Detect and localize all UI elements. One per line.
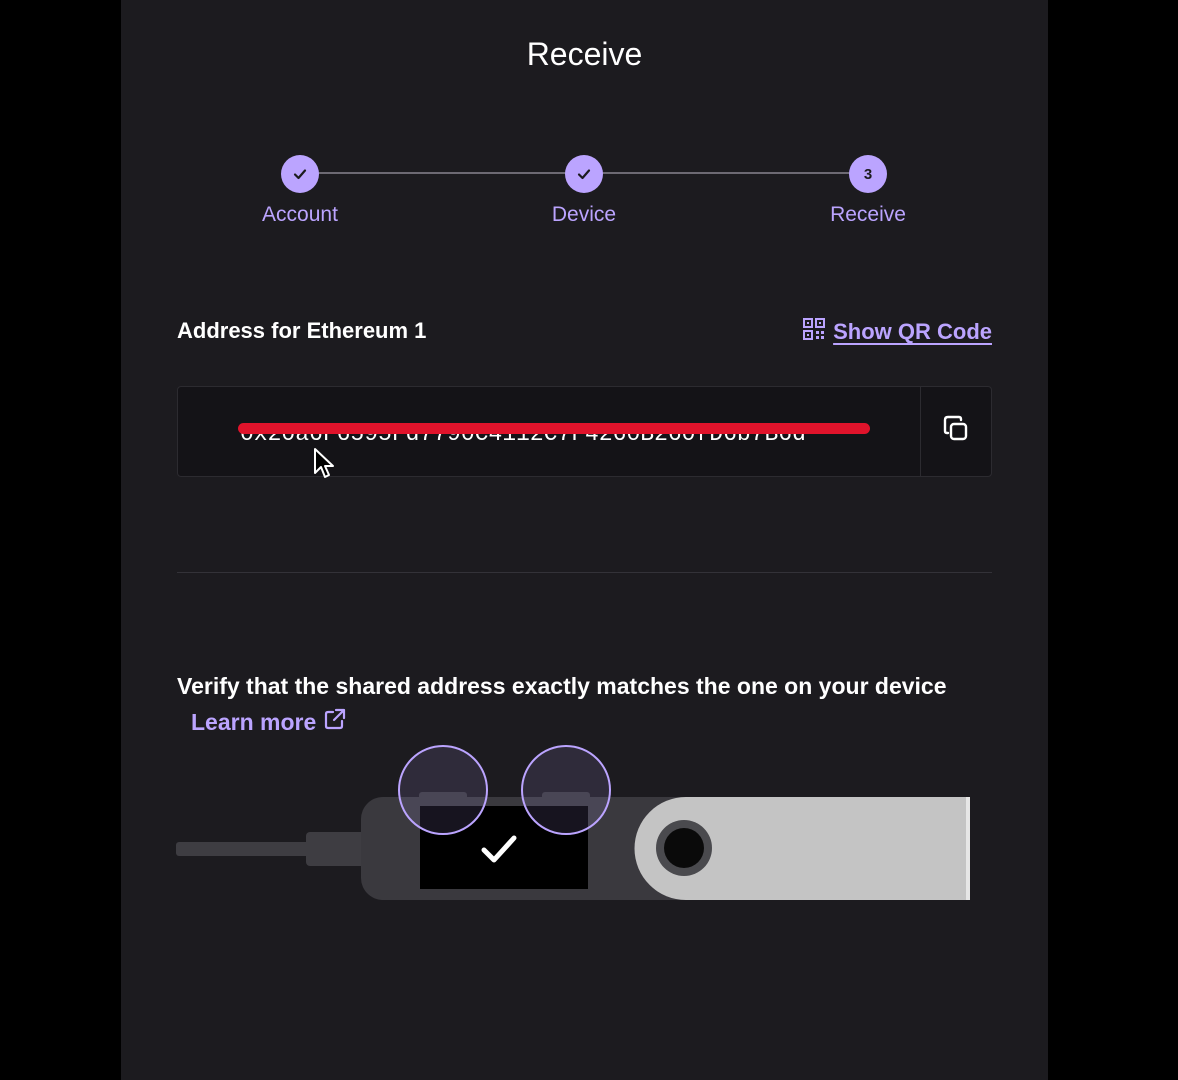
- learn-more-link[interactable]: Learn more: [191, 704, 346, 740]
- learn-more-label: Learn more: [191, 709, 317, 735]
- step-number: 3: [849, 155, 887, 193]
- mouse-cursor-icon: [313, 447, 337, 486]
- address-title: Address for Ethereum 1: [177, 318, 427, 343]
- address-field[interactable]: 0x20a6F6595Fd7790C4112C7F4260B260fD6b7B6…: [177, 386, 992, 477]
- verify-text: Verify that the shared address exactly m…: [177, 673, 947, 699]
- step-check-icon: [281, 155, 319, 193]
- redaction-mark: [238, 423, 870, 434]
- step-receive: 3 Receive: [768, 155, 968, 227]
- qr-code-icon: [803, 318, 826, 346]
- step-label: Receive: [830, 203, 906, 226]
- receive-panel: Receive Account Device 3 Receive Address…: [121, 0, 1048, 1080]
- show-qr-code-link[interactable]: Show QR Code: [803, 318, 992, 346]
- show-qr-code-label: Show QR Code: [833, 319, 992, 344]
- copy-button[interactable]: [920, 387, 991, 476]
- hardware-wallet-illustration: [176, 740, 976, 925]
- step-label: Device: [551, 203, 617, 226]
- step-account: Account: [200, 155, 400, 227]
- step-check-icon: [565, 155, 603, 193]
- step-device: Device: [484, 155, 684, 227]
- page-title: Receive: [526, 36, 643, 72]
- copy-icon: [941, 414, 971, 449]
- external-link-icon: [324, 704, 346, 740]
- divider: [177, 572, 992, 573]
- step-label: Account: [262, 203, 338, 226]
- verify-instructions: Verify that the shared address exactly m…: [177, 668, 957, 740]
